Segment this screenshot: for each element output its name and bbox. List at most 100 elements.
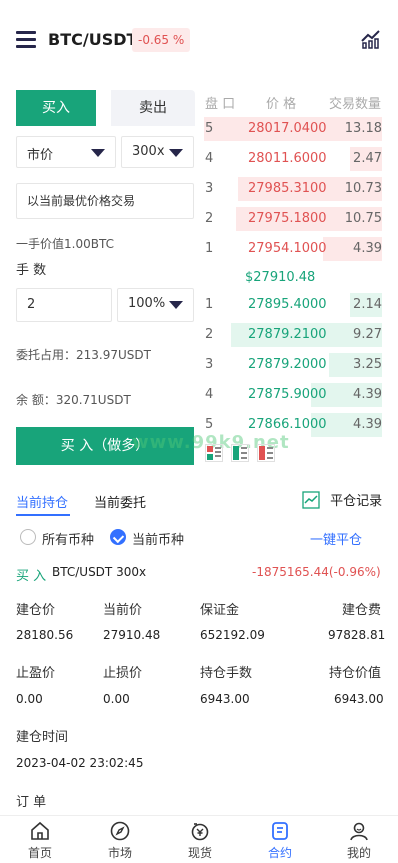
row-idx: 1 [205, 297, 214, 312]
filter-current-label: 当前币种 [132, 533, 185, 548]
open-time-label: 建仓时间 [16, 730, 69, 745]
take-profit-value: 0.00 [16, 692, 43, 706]
contract-icon [272, 822, 288, 840]
row-qty: 9.27 [353, 327, 382, 342]
stop-loss-value: 0.00 [103, 692, 130, 706]
margin-value: 652192.09 [200, 628, 265, 642]
row-price: 27866.1000 [248, 417, 327, 432]
nav-contract[interactable]: 合约 [250, 820, 310, 861]
close-record-label: 平仓记录 [330, 494, 383, 509]
current-price-label: 当前价 [103, 603, 143, 618]
chevron-down-icon [169, 301, 183, 309]
filter-all-label: 所有币种 [42, 533, 95, 548]
bottom-nav: 首页 市场 现货 合约 我的 [0, 815, 398, 863]
radio-all [20, 529, 36, 545]
row-qty: 4.39 [353, 241, 382, 256]
order-type-select[interactable]: 市价 [16, 136, 116, 168]
ask-row[interactable]: 1 27954.1000 4.39 [204, 237, 382, 261]
row-qty: 10.75 [344, 211, 382, 226]
open-time-value: 2023-04-02 23:02:45 [16, 756, 144, 770]
ob-header-qty: 交易数量 [329, 97, 382, 112]
lot-value-label: 一手价值1.00BTC [16, 237, 114, 251]
compass-icon [110, 821, 130, 841]
leverage-value: 300x [132, 144, 165, 159]
row-idx: 1 [205, 241, 214, 256]
tab-buy[interactable]: 买入 [16, 90, 96, 126]
bid-row[interactable]: 3 27879.2000 3.25 [204, 353, 382, 377]
open-fee-value: 97828.81 [328, 628, 386, 642]
ask-row[interactable]: 2 27975.1800 10.75 [204, 207, 382, 231]
ask-row[interactable]: 4 28011.6000 2.47 [204, 147, 382, 171]
row-qty: 2.14 [353, 297, 382, 312]
change-badge: -0.65 % [132, 28, 191, 52]
row-price: 28017.0400 [248, 121, 327, 136]
row-price: 27954.1000 [248, 241, 327, 256]
row-price: 27875.9000 [248, 387, 327, 402]
margin-used: 委托占用：213.97USDT [16, 348, 151, 362]
chevron-down-icon [169, 149, 183, 157]
order-type-value: 市价 [27, 148, 54, 163]
user-icon [350, 822, 368, 841]
percent-select[interactable]: 100% [117, 288, 194, 322]
row-qty: 3.25 [353, 357, 382, 372]
ask-row[interactable]: 3 27985.3100 10.73 [204, 177, 382, 201]
kline-chart-icon[interactable] [360, 27, 382, 49]
lots-value: 6943.00 [200, 692, 250, 706]
bid-row[interactable]: 2 27879.2100 9.27 [204, 323, 382, 347]
tab-underline [16, 514, 70, 516]
tab-current-orders[interactable]: 当前委托 [94, 492, 146, 511]
bid-row[interactable]: 1 27895.4000 2.14 [204, 293, 382, 317]
nav-market-label: 市场 [107, 846, 132, 860]
nav-home[interactable]: 首页 [10, 820, 70, 861]
qty-label: 手 数 [16, 263, 47, 278]
open-price-value: 28180.56 [16, 628, 74, 642]
tab-current-positions[interactable]: 当前持仓 [16, 492, 68, 511]
balance: 余 额：320.71USDT [16, 393, 131, 407]
bid-row[interactable]: 4 27875.9000 4.39 [204, 383, 382, 407]
row-idx: 5 [205, 417, 214, 432]
nav-spot[interactable]: 现货 [170, 820, 230, 861]
ask-row[interactable]: 5 28017.0400 13.18 [204, 117, 382, 141]
qty-input[interactable]: 2 [16, 288, 112, 322]
nav-market[interactable]: 市场 [90, 820, 150, 861]
row-price: 27895.4000 [248, 297, 327, 312]
open-price-label: 建仓价 [16, 603, 56, 618]
row-idx: 2 [205, 327, 214, 342]
row-qty: 2.47 [353, 151, 382, 166]
layout-bids-icon[interactable] [231, 444, 250, 462]
close-record-button[interactable]: 平仓记录 [302, 490, 382, 509]
take-profit-label: 止盈价 [16, 666, 56, 681]
nav-mine[interactable]: 我的 [329, 820, 389, 861]
row-qty: 13.18 [344, 121, 382, 136]
nav-home-label: 首页 [27, 846, 52, 860]
position-value: 6943.00 [334, 692, 384, 706]
trend-icon [302, 490, 320, 509]
layout-both-icon[interactable] [205, 444, 223, 462]
home-icon [31, 821, 49, 840]
ob-header-price: 价 格 [266, 97, 297, 112]
leverage-select[interactable]: 300x [121, 136, 194, 168]
menu-icon[interactable] [16, 31, 36, 49]
orderbook-layout-switch [205, 444, 279, 465]
row-qty: 4.39 [353, 387, 382, 402]
row-idx: 3 [205, 357, 214, 372]
row-qty: 10.73 [344, 181, 382, 196]
pair-title[interactable]: BTC/USDT [48, 30, 137, 49]
row-idx: 5 [205, 121, 214, 136]
row-idx: 4 [205, 151, 214, 166]
close-all-button[interactable]: 一键平仓 [310, 529, 362, 548]
position-pair: BTC/USDT 300x [52, 565, 147, 579]
position-side: 买 入 [16, 569, 47, 584]
current-price-value: 27910.48 [103, 628, 161, 642]
lots-label: 持仓手数 [200, 666, 253, 681]
chevron-down-icon [91, 149, 105, 157]
row-price: 27879.2000 [248, 357, 327, 372]
row-idx: 3 [205, 181, 214, 196]
layout-asks-icon[interactable] [257, 444, 276, 462]
percent-value: 100% [128, 296, 166, 311]
tab-sell[interactable]: 卖出 [111, 90, 195, 126]
row-idx: 4 [205, 387, 214, 402]
price-input[interactable]: 以当前最优价格交易 [16, 183, 194, 219]
row-qty: 4.39 [353, 417, 382, 432]
radio-current [110, 529, 126, 545]
